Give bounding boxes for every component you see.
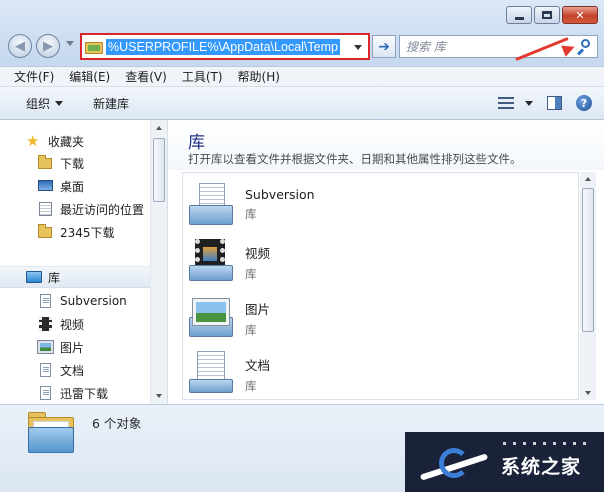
change-view-button[interactable]: [498, 96, 533, 110]
library-icon: [26, 270, 42, 284]
list-item[interactable]: 文档 库: [187, 349, 567, 399]
scroll-down-icon[interactable]: [585, 391, 591, 395]
scroll-thumb[interactable]: [582, 188, 594, 332]
content-scrollbar[interactable]: [580, 172, 596, 400]
nav-item-label: 迅雷下载: [60, 386, 109, 401]
close-button[interactable]: ✕: [562, 6, 598, 24]
page-title: 库: [188, 133, 205, 153]
navigation-scrollbar[interactable]: [150, 120, 167, 404]
library-folder-icon: [28, 411, 76, 455]
library-list: Subversion 库 视频 库 图片 库 文档 库: [182, 172, 579, 400]
arrow-left-icon: ◀: [15, 38, 25, 54]
document-icon: [38, 294, 54, 308]
watermark-text: 系统之家: [501, 456, 582, 478]
navigation-row: ◀ ▶ %USERPROFILE%\AppData\Local\Temp ➔ 搜…: [8, 32, 598, 60]
menu-file[interactable]: 文件(F): [14, 68, 54, 85]
list-item[interactable]: 图片 库: [187, 293, 567, 345]
subversion-library-icon: [187, 181, 235, 227]
address-path[interactable]: %USERPROFILE%\AppData\Local\Temp: [106, 38, 340, 55]
content-pane: 库 打开库以查看文件并根据文件夹、日期和其他属性排列这些文件。 Subversi…: [168, 120, 604, 404]
organize-button[interactable]: 组织: [26, 95, 64, 112]
search-placeholder: 搜索 库: [406, 40, 446, 54]
item-type: 库: [245, 323, 257, 337]
menu-edit[interactable]: 编辑(E): [69, 68, 110, 85]
list-item[interactable]: 视频 库: [187, 237, 567, 289]
arrow-right-icon: ➔: [378, 38, 390, 55]
scroll-up-icon[interactable]: [585, 177, 591, 181]
watermark: 系统之家: [405, 432, 604, 492]
view-options-icon: [498, 96, 514, 110]
maximize-button[interactable]: [534, 6, 560, 24]
scroll-up-icon[interactable]: [156, 126, 162, 130]
menu-view[interactable]: 查看(V): [125, 68, 167, 85]
desktop-icon: [38, 179, 54, 193]
go-button[interactable]: ➔: [372, 35, 396, 58]
arrow-right-icon: ▶: [43, 38, 53, 54]
nav-item-label: 图片: [60, 340, 85, 355]
scroll-down-icon[interactable]: [156, 394, 162, 398]
close-icon: ✕: [575, 8, 585, 22]
pictures-library-icon: [187, 293, 235, 339]
nav-item-label: 最近访问的位置: [60, 202, 145, 217]
library-header: 库 打开库以查看文件并根据文件夹、日期和其他属性排列这些文件。: [168, 120, 604, 170]
item-name: 文档: [245, 358, 271, 373]
recent-places-icon: [38, 202, 54, 216]
folder-icon: [38, 224, 54, 239]
organize-label: 组织: [26, 96, 51, 111]
item-name: 图片: [245, 302, 271, 317]
menu-tools[interactable]: 工具(T): [182, 68, 223, 85]
search-icon[interactable]: [576, 39, 591, 56]
new-library-button[interactable]: 新建库: [93, 95, 129, 112]
item-type: 库: [245, 379, 257, 393]
minimize-icon: [514, 16, 524, 20]
videos-library-icon: [187, 237, 235, 283]
item-name: Subversion: [245, 187, 315, 202]
recent-pages-dropdown-icon[interactable]: [66, 41, 74, 46]
document-icon: [38, 363, 54, 377]
new-library-label: 新建库: [93, 96, 130, 111]
forward-button[interactable]: ▶: [36, 34, 60, 58]
back-button[interactable]: ◀: [8, 34, 32, 58]
folder-icon: [38, 155, 54, 170]
window-controls: ✕: [506, 6, 598, 24]
document-icon: [38, 386, 54, 400]
picture-icon: [37, 340, 54, 354]
nav-item-label: 2345下载: [60, 225, 115, 240]
help-icon[interactable]: ?: [576, 95, 592, 111]
nav-libraries-label: 库: [48, 270, 61, 285]
item-name: 视频: [245, 246, 271, 261]
nav-item-label: Subversion: [60, 294, 127, 308]
item-count: 6 个对象: [92, 416, 142, 431]
folder-icon: [85, 40, 103, 54]
maximize-icon: [542, 11, 552, 19]
star-icon: ★: [26, 132, 40, 150]
chevron-down-icon: [55, 100, 64, 106]
explorer-window: ✕ ◀ ▶ %USERPROFILE%\AppData\Local\Temp ➔…: [0, 0, 604, 492]
menu-bar: 文件(F) 编辑(E) 查看(V) 工具(T) 帮助(H): [0, 66, 604, 86]
film-icon: [38, 317, 54, 331]
list-item[interactable]: Subversion 库: [187, 181, 567, 233]
address-bar[interactable]: %USERPROFILE%\AppData\Local\Temp: [80, 33, 370, 60]
logo-icon: [419, 444, 495, 484]
nav-libraries[interactable]: 库: [0, 266, 150, 288]
minimize-button[interactable]: [506, 6, 532, 24]
nav-item-label: 桌面: [60, 179, 85, 194]
address-dropdown-icon[interactable]: [354, 45, 362, 50]
library-description: 打开库以查看文件并根据文件夹、日期和其他属性排列这些文件。: [188, 152, 522, 166]
item-type: 库: [245, 267, 257, 281]
chevron-down-icon: [525, 100, 533, 106]
menu-help[interactable]: 帮助(H): [238, 68, 280, 85]
documents-library-icon: [187, 349, 235, 395]
nav-item-label: 文档: [60, 363, 85, 378]
nav-favorites-label: 收藏夹: [48, 134, 85, 149]
preview-pane-icon[interactable]: [547, 96, 562, 110]
scroll-thumb[interactable]: [153, 138, 165, 202]
nav-item-label: 视频: [60, 317, 85, 332]
item-type: 库: [245, 207, 257, 221]
toolbar-right: ?: [498, 95, 592, 111]
decorative-dots: [503, 442, 593, 445]
nav-item-label: 下载: [60, 156, 85, 171]
command-bar: 组织 新建库 ?: [0, 86, 604, 120]
navigation-pane: ★ 收藏夹 下载 桌面 最近访问的位置 2345下载 库 Subversion: [0, 120, 168, 404]
